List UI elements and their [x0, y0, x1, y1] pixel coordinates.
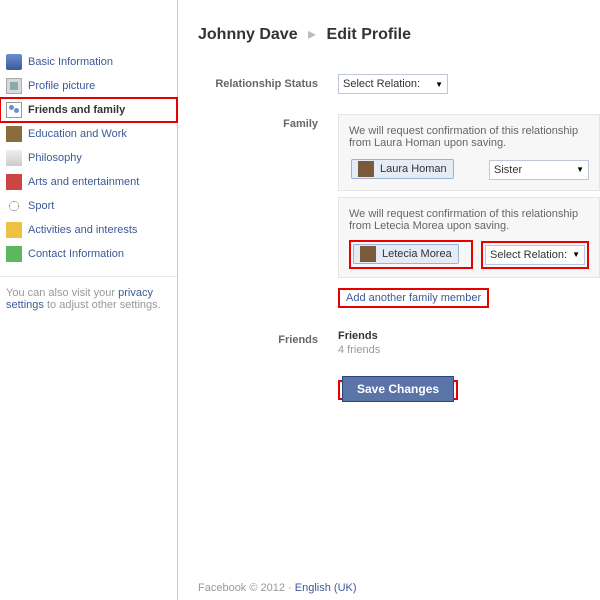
family-member-name[interactable]: Laura Homan	[351, 159, 454, 179]
language-link[interactable]: English (UK)	[295, 582, 357, 594]
chevron-down-icon: ▼	[576, 165, 584, 174]
family-member-block: We will request confirmation of this rel…	[338, 114, 600, 191]
save-changes-button[interactable]: Save Changes	[342, 376, 454, 402]
act-icon	[6, 222, 22, 238]
relationship-status-select[interactable]: Select Relation:▼	[338, 74, 448, 94]
add-family-member-link[interactable]: Add another family member	[342, 290, 485, 306]
sidebar-item-friends-and-family[interactable]: Friends and family	[0, 98, 177, 122]
avatar	[360, 246, 376, 262]
sidebar-item-label: Profile picture	[28, 80, 95, 92]
family-confirm-message: We will request confirmation of this rel…	[349, 208, 589, 232]
sport-icon	[6, 198, 22, 214]
friends-count: 4 friends	[338, 344, 600, 356]
sidebar-item-education-and-work[interactable]: Education and Work	[0, 122, 177, 146]
sidebar-note: You can also visit your privacy settings…	[0, 276, 177, 321]
sidebar-item-label: Contact Information	[28, 248, 124, 260]
friends-label: Friends	[198, 330, 338, 356]
footer: Facebook © 2012 · English (UK)	[198, 582, 357, 594]
sidebar-item-label: Activities and interests	[28, 224, 137, 236]
sidebar: Basic Information Profile picture Friends …	[0, 0, 178, 600]
sidebar-item-label: Arts and entertainment	[28, 176, 139, 188]
sidebar-item-sport[interactable]: Sport	[0, 194, 177, 218]
friends-icon	[6, 102, 22, 118]
breadcrumb-user[interactable]: Johnny Dave	[198, 26, 298, 43]
breadcrumb: Johnny Dave ▸ Edit Profile	[198, 24, 600, 44]
sidebar-item-label: Sport	[28, 200, 54, 212]
family-label: Family	[198, 114, 338, 284]
relationship-status-label: Relationship Status	[198, 74, 338, 94]
contact-icon	[6, 246, 22, 262]
chevron-right-icon: ▸	[308, 26, 316, 43]
sidebar-item-label: Friends and family	[28, 104, 125, 116]
arts-icon	[6, 174, 22, 190]
family-member-name[interactable]: Letecia Morea	[353, 244, 459, 264]
sidebar-item-profile-picture[interactable]: Profile picture	[0, 74, 177, 98]
sidebar-item-arts-and-entertainment[interactable]: Arts and entertainment	[0, 170, 177, 194]
main-content: Johnny Dave ▸ Edit Profile Relationship …	[178, 0, 600, 600]
sidebar-item-label: Basic Information	[28, 56, 113, 68]
avatar	[358, 161, 374, 177]
chevron-down-icon: ▼	[572, 250, 580, 259]
basic-icon	[6, 54, 22, 70]
family-relation-select[interactable]: Sister▼	[489, 160, 589, 180]
sidebar-item-contact-information[interactable]: Contact Information	[0, 242, 177, 266]
family-confirm-message: We will request confirmation of this rel…	[349, 125, 589, 149]
sidebar-item-basic-information[interactable]: Basic Information	[0, 50, 177, 74]
family-relation-select[interactable]: Select Relation:▼	[485, 245, 585, 265]
sidebar-item-label: Philosophy	[28, 152, 82, 164]
chevron-down-icon: ▼	[435, 80, 443, 89]
photo-icon	[6, 78, 22, 94]
sidebar-item-label: Education and Work	[28, 128, 127, 140]
family-member-block: We will request confirmation of this rel…	[338, 197, 600, 278]
breadcrumb-page: Edit Profile	[327, 26, 411, 43]
edu-icon	[6, 126, 22, 142]
sidebar-item-philosophy[interactable]: Philosophy	[0, 146, 177, 170]
phil-icon	[6, 150, 22, 166]
sidebar-item-activities-and-interests[interactable]: Activities and interests	[0, 218, 177, 242]
friends-heading: Friends	[338, 330, 600, 342]
